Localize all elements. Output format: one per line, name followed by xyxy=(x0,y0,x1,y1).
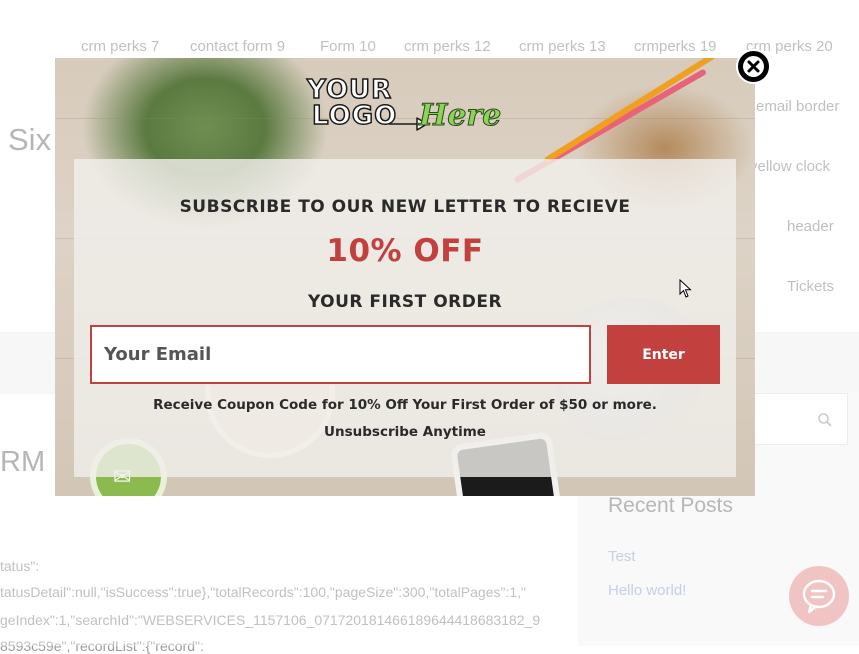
email-field[interactable] xyxy=(90,325,591,384)
popup-subheadline: YOUR FIRST ORDER xyxy=(307,292,503,312)
newsletter-popup: ✉ YOUR LOGO Here SUBSCRIBE TO OUR NEW LE… xyxy=(55,58,755,496)
unsubscribe-note: Unsubscribe Anytime xyxy=(324,424,486,440)
discount-offer: 10% OFF xyxy=(326,233,484,269)
popup-headline: SUBSCRIBE TO OUR NEW LETTER TO RECIEVE xyxy=(179,197,631,217)
pencil-image xyxy=(543,58,717,164)
close-icon xyxy=(743,56,764,77)
logo-text: LOGO xyxy=(311,101,398,131)
subscribe-panel: SUBSCRIBE TO OUR NEW LETTER TO RECIEVE 1… xyxy=(74,159,736,477)
coupon-note: Receive Coupon Code for 10% Off Your Fir… xyxy=(153,397,657,413)
close-popup-button[interactable] xyxy=(736,49,771,84)
enter-button[interactable]: Enter xyxy=(607,325,720,384)
logo-text: YOUR xyxy=(306,75,393,105)
brand-logo: YOUR LOGO Here xyxy=(306,75,507,151)
mouse-cursor xyxy=(679,279,692,298)
logo-accent-text: Here xyxy=(418,98,502,134)
